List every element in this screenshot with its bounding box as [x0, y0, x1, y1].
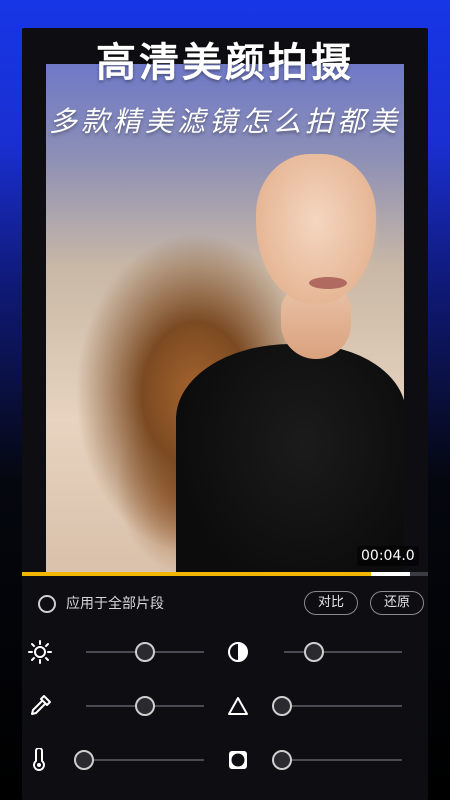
- progress-handle[interactable]: [371, 572, 410, 576]
- temperature-slider-knob[interactable]: [74, 750, 95, 770]
- playback-progress[interactable]: [22, 572, 428, 576]
- apply-all-radio[interactable]: [38, 595, 56, 613]
- reset-button[interactable]: 还原: [370, 591, 424, 615]
- vignette-track[interactable]: [276, 759, 402, 761]
- temperature-control: [22, 740, 222, 780]
- sun-icon: [28, 640, 52, 664]
- contrast-track[interactable]: [284, 651, 402, 653]
- sharpen-slider-knob[interactable]: [272, 696, 293, 716]
- triangle-icon: [226, 694, 250, 718]
- sharpen-control: [224, 686, 428, 726]
- compare-button[interactable]: 对比: [304, 591, 358, 615]
- thermometer-icon: [28, 747, 52, 772]
- timecode: 00:04.0: [357, 546, 419, 566]
- progress-fill: [22, 572, 371, 576]
- preview-lips: [309, 277, 347, 289]
- color-picker-slider-knob[interactable]: [135, 696, 155, 716]
- color-picker-control: [22, 686, 222, 726]
- vignette-control: [224, 740, 428, 780]
- contrast-slider-knob[interactable]: [303, 642, 324, 662]
- eyedropper-icon: [28, 694, 52, 718]
- brightness-slider-knob[interactable]: [135, 642, 155, 662]
- temperature-track[interactable]: [78, 759, 204, 761]
- brightness-control: [22, 632, 222, 672]
- apply-options-row: 应用于全部片段 对比 还原: [22, 588, 428, 618]
- preview-shirt: [176, 344, 404, 572]
- promo-title: 高清美颜拍摄: [96, 40, 354, 86]
- contrast-control: [224, 632, 428, 672]
- vignette-icon: [226, 748, 250, 772]
- video-preview[interactable]: [46, 64, 404, 572]
- vignette-slider-knob[interactable]: [272, 750, 293, 770]
- half-circle-icon: [226, 640, 250, 664]
- apply-all-label: 应用于全部片段: [66, 596, 164, 612]
- promo-subtitle: 多款精美滤镜怎么拍都美: [48, 105, 401, 138]
- sharpen-track[interactable]: [276, 705, 402, 707]
